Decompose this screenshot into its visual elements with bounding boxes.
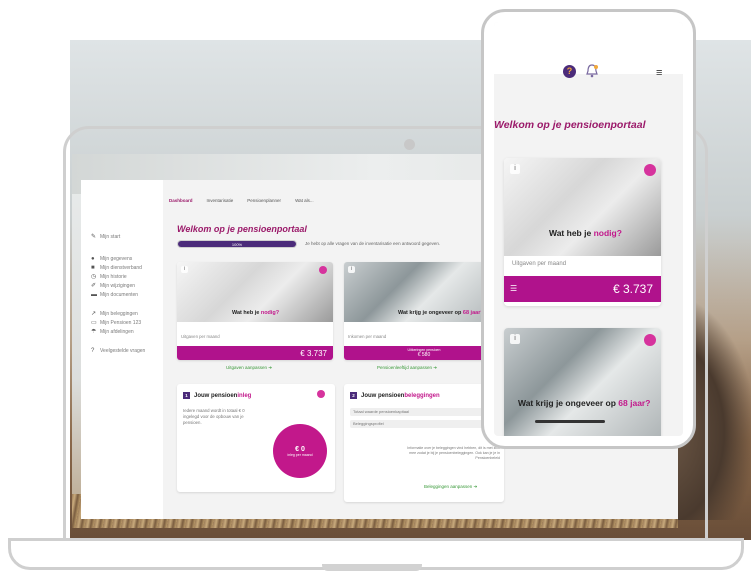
progress-message: Je hebt op alle vragen van de inventaris… xyxy=(305,241,441,246)
progress-bar: 100% xyxy=(177,240,297,248)
phone-expenses-card: i Wat heb je nodig? Uitgaven per maand ☰… xyxy=(504,158,661,306)
laptop-camera xyxy=(404,139,415,150)
section-title: 1 Jouw pensioeninleg xyxy=(183,392,251,399)
laptop-notch xyxy=(322,564,422,571)
sidebar-item-pensioen123[interactable]: ▭ Mijn Pensioen 123 xyxy=(91,319,141,327)
card-subtitle: Uitgaven per maand xyxy=(181,334,220,339)
folder-icon: ▬ xyxy=(91,291,97,298)
card-heading: Wat krijg je ongeveer op 68 jaar? xyxy=(518,398,651,408)
info-icon[interactable]: i xyxy=(510,334,520,344)
info-icon[interactable]: i xyxy=(510,164,520,174)
piggy-icon xyxy=(644,164,656,176)
person-icon: ● xyxy=(91,255,95,262)
sidebar-item-beleggingen[interactable]: ↗ Mijn beleggingen xyxy=(91,310,138,318)
progress-fill: 100% xyxy=(178,241,296,247)
info-icon[interactable]: i xyxy=(181,266,188,273)
tab-pensioenplanner[interactable]: Pensioenplanner xyxy=(247,198,281,203)
section-title: 2 Jouw pensioenbeleggingen xyxy=(350,392,440,399)
sidebar-item-gegevens[interactable]: ● Mijn gegevens xyxy=(91,255,132,263)
briefcase-icon: ■ xyxy=(91,264,95,271)
edit-investments-link[interactable]: Beleggingen aanpassen ➜ xyxy=(424,484,477,490)
help-icon[interactable]: ? xyxy=(563,65,576,78)
investment-profile-field[interactable]: Beleggingsprofiel xyxy=(350,420,496,428)
card-icon: ▭ xyxy=(91,319,97,326)
edit-icon: ✎ xyxy=(91,233,97,240)
expenses-value-bar: € 3.737 xyxy=(177,346,333,360)
info-icon[interactable]: i xyxy=(348,266,355,273)
question-icon: ? xyxy=(91,347,95,354)
sidebar-item-documenten[interactable]: ▬ Mijn documenten xyxy=(91,291,138,299)
phone-frame: i Wat heb je nodig? Uitgaven per maand ☰… xyxy=(481,9,696,449)
phone-screen: i Wat heb je nodig? Uitgaven per maand ☰… xyxy=(494,22,683,436)
list-icon: ☰ xyxy=(510,284,518,293)
piggy-icon xyxy=(644,334,656,346)
investments-card: 2 Jouw pensioenbeleggingen Totaal waarde… xyxy=(344,384,504,502)
contribution-card: 1 Jouw pensioeninleg Iedere maand wordt … xyxy=(177,384,335,492)
sidebar-item-historie[interactable]: ◷ Mijn historie xyxy=(91,273,127,281)
tab-inventarisatie[interactable]: Inventarisatie xyxy=(207,198,234,203)
sidebar-item-faq[interactable]: ? Veelgestelde vragen xyxy=(91,347,145,355)
sidebar-item-dienstverband[interactable]: ■ Mijn dienstverband xyxy=(91,264,142,272)
card-subtitle: Uitgaven per maand xyxy=(512,261,567,267)
card-subtitle: Inkomen per maand xyxy=(348,334,387,339)
history-icon: ◷ xyxy=(91,273,97,280)
income-card: i Wat krijg je ongeveer op 68 jaar? Inko… xyxy=(344,262,504,360)
expenses-card: i Wat heb je nodig? Uitgaven per maand €… xyxy=(177,262,333,360)
piggy-icon xyxy=(319,266,327,274)
tab-dashboard[interactable]: Dashboard xyxy=(169,198,193,203)
edit-expenses-link[interactable]: Uitgaven aanpassen ➜ xyxy=(226,365,272,371)
total-value-field[interactable]: Totaal waarde pensioenkapitaal xyxy=(350,408,496,416)
card-heading: Wat krijg je ongeveer op 68 jaar? xyxy=(398,310,484,316)
sidebar-item-wijzigingen[interactable]: ✐ Mijn wijzigingen xyxy=(91,282,135,290)
chart-icon: ↗ xyxy=(91,310,97,317)
page-title: Welkom op je pensioenportaal xyxy=(177,224,307,234)
notification-bell-icon[interactable] xyxy=(584,63,600,79)
investments-text: Informatie over je beleggingen vind hebb… xyxy=(407,446,500,460)
income-value-bar: Uitkeringen pensioen € 580 xyxy=(344,346,504,360)
card-heading: Wat heb je nodig? xyxy=(549,228,622,238)
tab-wat-als[interactable]: Wat als... xyxy=(295,198,314,203)
card-heading: Wat heb je nodig? xyxy=(232,310,280,316)
piggy-icon xyxy=(317,390,325,398)
pencil-icon: ✐ xyxy=(91,282,97,289)
card-photo-paperwork xyxy=(504,158,661,256)
phone-page-title: Welkom op je pensioenportaal xyxy=(494,119,646,131)
sidebar-item-start[interactable]: ✎ Mijn start xyxy=(91,233,120,241)
sidebar: ✎ Mijn start ● Mijn gegevens ■ Mijn dienstv… xyxy=(81,180,163,519)
top-navigation: Dashboard Inventarisatie Pensioenplanner… xyxy=(169,198,314,203)
edit-pension-age-link[interactable]: Pensioenleeftijd aanpassen ➜ xyxy=(377,365,437,371)
expenses-value-bar: ☰ € 3.737 xyxy=(504,276,661,302)
sidebar-item-afdelingen[interactable]: ☂ Mijn afdelingen xyxy=(91,328,134,336)
hamburger-menu-icon[interactable]: ≡ xyxy=(656,68,662,79)
phone-home-indicator xyxy=(535,420,605,423)
contribution-circle: € 0 inleg per maand xyxy=(273,424,327,478)
umbrella-icon: ☂ xyxy=(91,328,97,335)
contribution-text: Iedere maand wordt in totaal € 0 ingeleg… xyxy=(183,408,245,425)
